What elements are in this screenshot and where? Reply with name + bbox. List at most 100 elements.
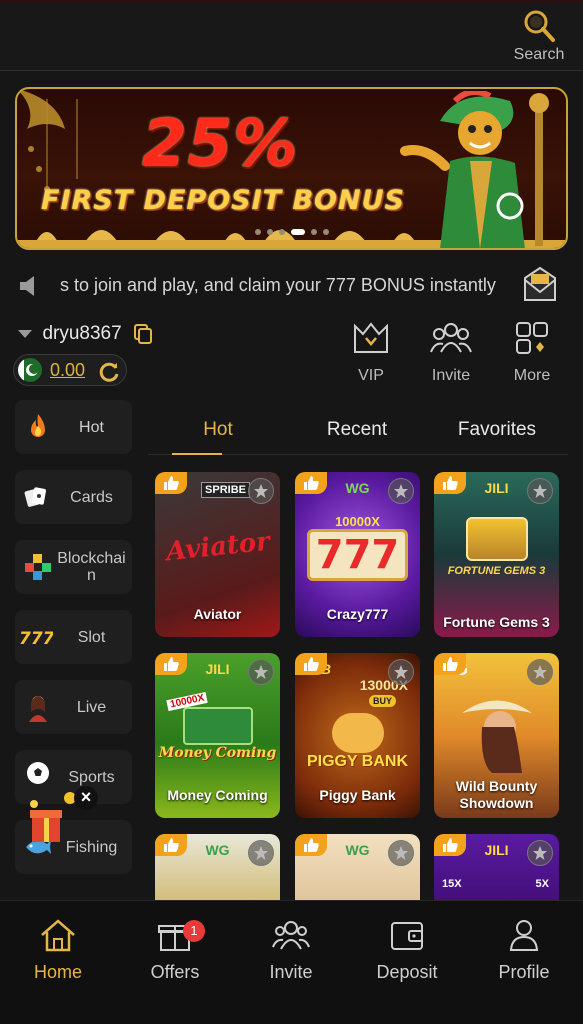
favorite-star-icon[interactable] — [388, 478, 414, 504]
favorite-star-icon[interactable] — [527, 659, 553, 685]
nav-label: Home — [33, 962, 82, 982]
category-label-text: Blockchain — [57, 550, 126, 584]
tab-recent[interactable]: Recent — [302, 419, 412, 441]
nav-deposit[interactable]: Deposit — [357, 917, 457, 983]
crown-icon — [354, 322, 388, 353]
game-card-aviator[interactable]: SPRIBE Aviator Aviator — [155, 472, 280, 637]
nav-label: Profile — [498, 962, 550, 982]
favorite-star-icon[interactable] — [248, 659, 274, 685]
tab-favorites[interactable]: Favorites — [442, 419, 552, 441]
game-name: Money Coming — [167, 787, 268, 803]
search-label: Search — [513, 46, 565, 63]
category-cards[interactable]: Cards — [15, 470, 132, 524]
more-button[interactable]: More — [502, 320, 562, 385]
copy-icon[interactable] — [134, 324, 153, 344]
category-slot[interactable]: 777 Slot — [15, 610, 132, 664]
dealer-icon — [29, 696, 47, 722]
nav-label: Invite — [269, 962, 313, 982]
game-art: FORTUNE GEMS 3 — [434, 502, 559, 592]
game-card-row3-1[interactable]: WG — [155, 834, 280, 900]
thumbs-up-icon — [155, 472, 187, 494]
category-blockchain[interactable]: Blockchain — [15, 540, 132, 594]
game-name: Wild Bounty Showdown — [455, 778, 538, 811]
game-art: 10000X Money Coming — [158, 691, 277, 761]
game-art: 10000X 777 — [295, 502, 420, 592]
thumbs-up-icon — [155, 653, 187, 675]
close-icon[interactable]: × — [74, 786, 98, 810]
favorite-star-icon[interactable] — [527, 478, 553, 504]
user-row[interactable]: dryu8367 — [18, 323, 153, 351]
vip-button[interactable]: VIP — [341, 320, 401, 385]
game-art: Aviator — [164, 526, 271, 568]
favorite-star-icon[interactable] — [527, 840, 553, 866]
cards-icon — [24, 487, 46, 507]
balance-amount: 0.00 — [50, 360, 86, 380]
people-icon — [272, 921, 310, 950]
thumbs-up-icon — [295, 653, 327, 675]
marquee-text: s to join and play, and claim your 777 B… — [60, 275, 496, 295]
nav-invite[interactable]: Invite — [241, 917, 341, 983]
search-button[interactable]: Search — [509, 8, 569, 64]
grid-icon — [516, 322, 548, 354]
svg-text:777: 777 — [19, 629, 53, 649]
game-card-crazy777[interactable]: WG 10000X 777 Crazy777 — [295, 472, 420, 637]
favorite-star-icon[interactable] — [388, 659, 414, 685]
game-card-money-coming[interactable]: JILI 10000X Money Coming Money Coming — [155, 653, 280, 818]
game-card-fortune-gems-3[interactable]: JILI FORTUNE GEMS 3 Fortune Gems 3 — [434, 472, 559, 637]
mail-icon[interactable] — [523, 266, 557, 304]
category-label: Blockchain — [53, 540, 130, 594]
category-label: Slot — [77, 628, 106, 646]
promo-banner[interactable]: 25% FIRST DEPOSIT BONUS — [15, 87, 568, 250]
game-grid: SPRIBE Aviator Aviator WG 10000X 777 Cra… — [155, 472, 560, 900]
balance-pill[interactable]: 0.00 — [13, 354, 127, 386]
nav-offers[interactable]: 1 Offers — [125, 917, 225, 983]
nav-home[interactable]: Home — [8, 917, 108, 983]
tab-hot[interactable]: Hot — [163, 419, 273, 441]
category-hot[interactable]: Hot — [15, 400, 132, 454]
thumbs-up-icon — [434, 834, 466, 856]
nav-profile[interactable]: Profile — [474, 917, 574, 983]
speaker-icon — [20, 276, 34, 296]
game-name: Piggy Bank — [319, 787, 396, 803]
game-card-row3-2[interactable]: WG — [295, 834, 420, 900]
nav-label: Offers — [150, 962, 200, 982]
favorite-star-icon[interactable] — [388, 840, 414, 866]
multiplier-label: 15X — [442, 878, 462, 890]
favorite-star-icon[interactable] — [248, 478, 274, 504]
thumbs-up-icon — [295, 834, 327, 856]
thumbs-up-icon — [155, 834, 187, 856]
person-icon — [509, 920, 539, 951]
invite-quick-button[interactable]: Invite — [421, 320, 481, 385]
invite-quick-label: Invite — [431, 367, 471, 384]
nav-label: Deposit — [376, 962, 438, 982]
bottom-navigation: Home 1 Offers Invite Deposit Profile — [0, 900, 583, 1024]
game-tabs: Hot Recent Favorites — [148, 405, 568, 455]
category-label: Hot — [79, 418, 104, 436]
wallet-icon — [391, 922, 423, 950]
provider-label: SPRIBE — [201, 482, 250, 498]
game-name: Crazy777 — [326, 606, 389, 622]
banner-pager — [17, 222, 566, 240]
chevron-down-icon — [18, 330, 32, 338]
game-art: PIGGY BANK — [295, 697, 420, 787]
username: dryu8367 — [42, 323, 122, 344]
banner-percent: 25% — [142, 107, 299, 181]
game-name: Fortune Gems 3 — [443, 614, 550, 630]
floating-gift-widget[interactable]: × — [22, 784, 102, 848]
banner-headline: FIRST DEPOSIT BONUS — [41, 185, 405, 216]
group-icon — [430, 323, 472, 353]
game-card-wild-bounty-showdown[interactable]: PG Wild Bounty Showdown — [434, 653, 559, 818]
more-label: More — [513, 367, 551, 384]
game-name: Aviator — [193, 606, 242, 622]
favorite-star-icon[interactable] — [248, 840, 274, 866]
category-live[interactable]: Live — [15, 680, 132, 734]
announcement-marquee[interactable]: s to join and play, and claim your 777 B… — [0, 266, 583, 306]
category-label: Cards — [70, 488, 113, 506]
game-card-piggy-bank[interactable]: JDB 13000X BUY PIGGY BANK Piggy Bank — [295, 653, 420, 818]
refresh-icon[interactable] — [98, 360, 120, 382]
search-icon — [524, 10, 555, 42]
pakistan-flag-icon — [18, 358, 42, 382]
active-tab-underline — [172, 453, 222, 455]
game-card-row3-3[interactable]: JILI 15X 5X — [434, 834, 559, 900]
thumbs-up-icon — [434, 472, 466, 494]
